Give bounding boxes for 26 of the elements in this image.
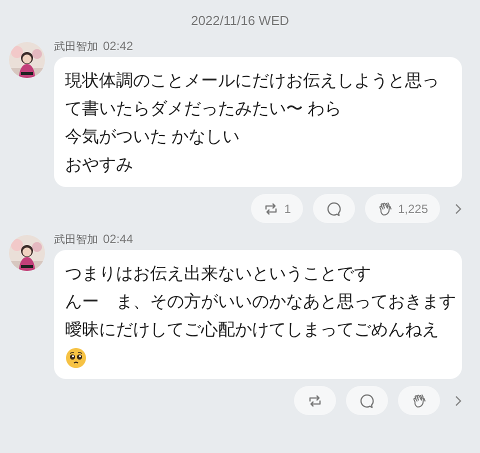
repost-icon (307, 392, 323, 408)
message-line: おやすみ (65, 154, 133, 176)
clap-button[interactable]: 1,225 (364, 194, 440, 223)
sender-name: 武田智加 (54, 40, 98, 54)
repost-icon (263, 200, 280, 216)
message-line: んー ま、その方がいいのかなあと思っておきます (65, 291, 456, 313)
clap-button[interactable] (398, 386, 440, 415)
chevron-right-icon[interactable] (454, 394, 462, 406)
message-line: 現状体調のことメールにだけお伝えしようと思っ (65, 70, 439, 92)
message-line: つまりはお伝え出来ないということです (65, 263, 371, 285)
comment-button[interactable] (346, 386, 388, 415)
clapping-hands-icon (411, 392, 427, 408)
speech-bubble-icon (326, 200, 342, 216)
repost-button[interactable]: 1 (251, 194, 303, 223)
message-time: 02:44 (103, 232, 134, 246)
speech-bubble-icon (359, 392, 375, 408)
sender-name: 武田智加 (54, 233, 98, 247)
message-line: て書いたらダメだったみたい〜 わら (65, 98, 342, 120)
repost-button[interactable] (294, 386, 336, 415)
comment-button[interactable] (312, 194, 355, 223)
message-line: 曖昧にだけしてご心配かけてしまってごめんねえ (65, 319, 439, 341)
date-label: 2022/11/16 WED (190, 12, 290, 30)
chevron-right-icon[interactable] (454, 202, 462, 214)
message-line: 今気がついた かなしい (65, 126, 240, 148)
clapping-hands-icon (376, 200, 393, 216)
message-time: 02:42 (103, 39, 134, 53)
